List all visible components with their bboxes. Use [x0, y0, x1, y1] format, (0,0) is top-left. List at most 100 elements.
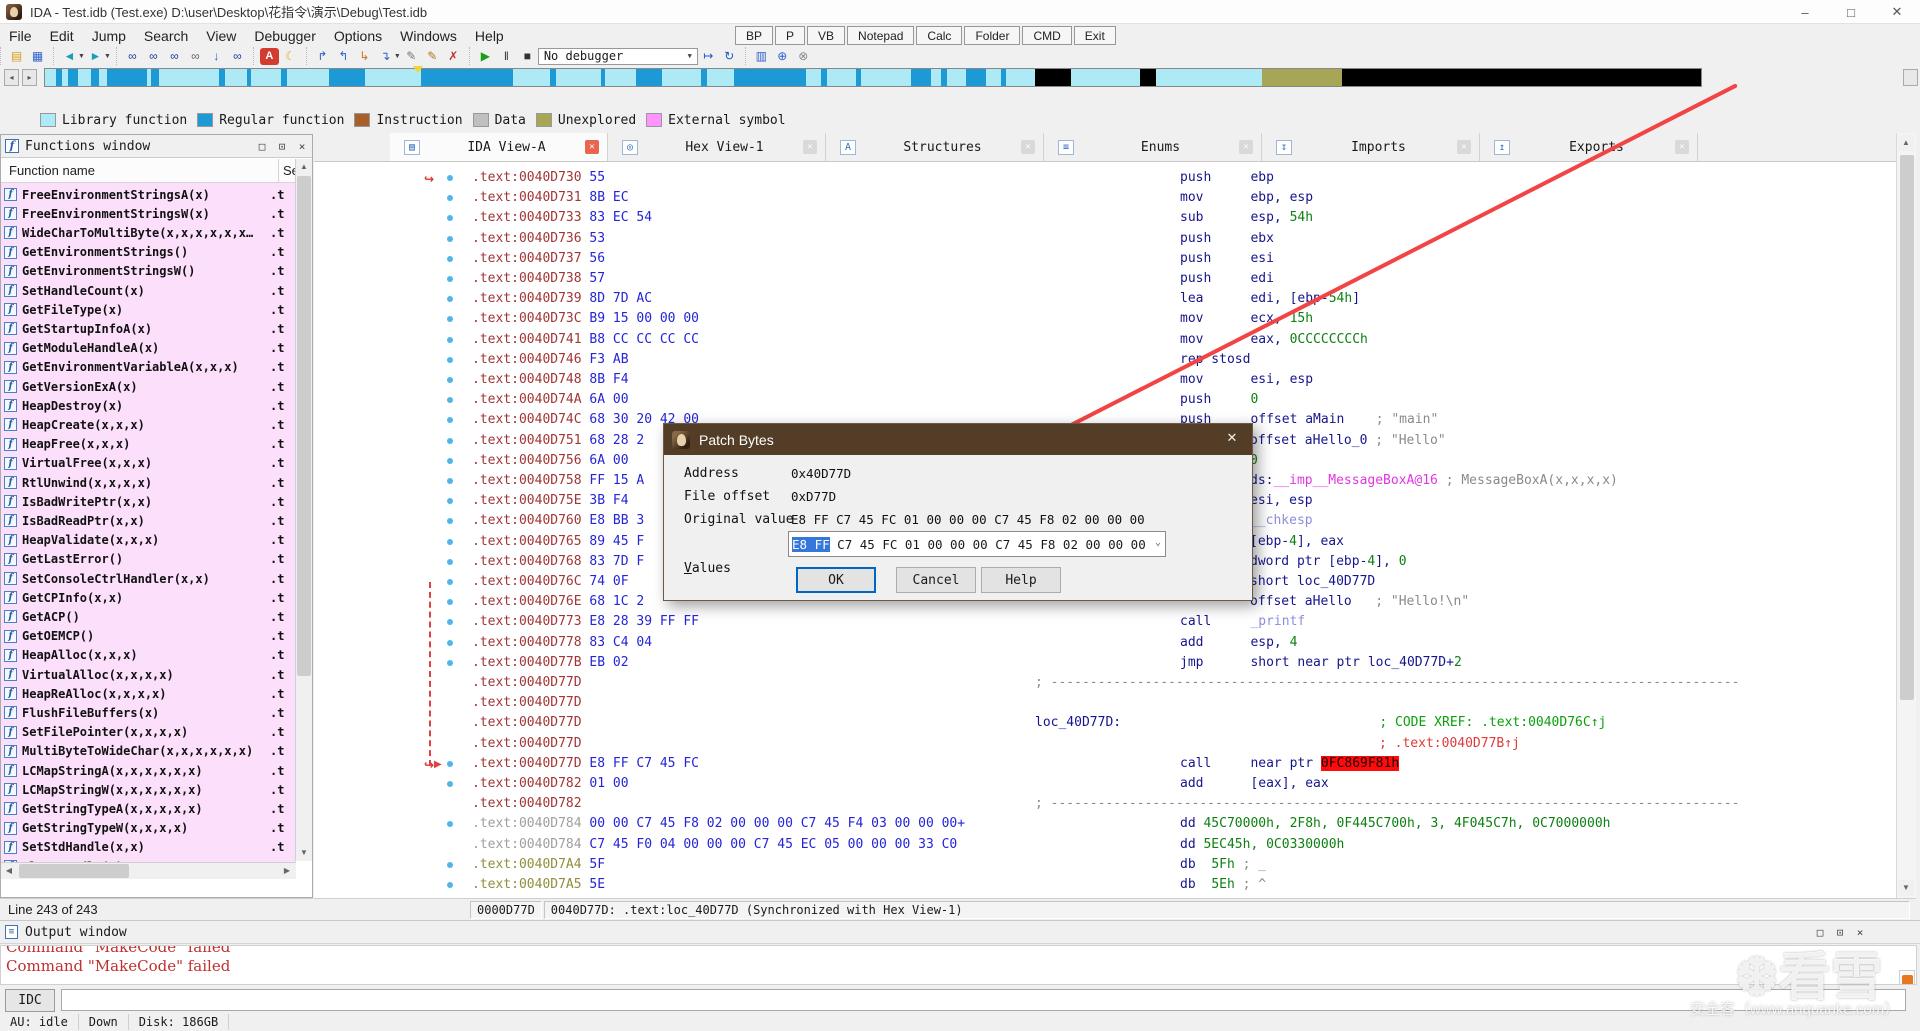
functions-horizontal-scrollbar[interactable]: ◀ ▶	[1, 862, 296, 879]
disasm-line[interactable]: ↪ .text:0040D730 55 push ebp	[314, 168, 1896, 188]
idc-button[interactable]: IDC	[5, 988, 55, 1012]
functions-window-close-button[interactable]: ×	[292, 140, 312, 153]
functions-window-maximize-button[interactable]: □	[252, 140, 272, 153]
function-row[interactable]: f HeapReAlloc(x,x,x,x) .t	[1, 684, 296, 703]
disasm-line[interactable]: .text:0040D748 8B F4 mov esi, esp	[314, 370, 1896, 390]
function-row[interactable]: f GetStringTypeW(x,x,x,x) .t	[1, 819, 296, 838]
jump-forward-icon[interactable]: ↱	[313, 48, 332, 65]
undefine-icon[interactable]: ✗	[444, 48, 463, 65]
tab-close-icon[interactable]: ✕	[1239, 140, 1253, 154]
tab-structures[interactable]: A Structures ✕	[826, 133, 1044, 161]
tab-close-icon[interactable]: ✕	[1457, 140, 1471, 154]
breakpoint-list-icon[interactable]: ▥	[752, 48, 771, 65]
function-row[interactable]: f HeapValidate(x,x,x) .t	[1, 531, 296, 550]
output-scrollbar-thumb[interactable]	[1902, 975, 1913, 984]
function-row[interactable]: f GetCPInfo(x,x) .t	[1, 588, 296, 607]
save-icon[interactable]: ▦	[28, 48, 47, 65]
debug-pause-icon[interactable]: ‖	[497, 48, 516, 65]
menu-options[interactable]: Options	[325, 28, 391, 44]
function-row[interactable]: f HeapAlloc(x,x,x) .t	[1, 646, 296, 665]
tab-close-icon[interactable]: ✕	[1675, 140, 1689, 154]
disasm-line[interactable]: .text:0040D782 01 00 add [eax], eax	[314, 774, 1896, 794]
menu-windows[interactable]: Windows	[391, 28, 466, 44]
output-window-float-button[interactable]: ⊡	[1830, 926, 1850, 939]
navband-left-button[interactable]: ◂	[4, 69, 19, 86]
chevron-down-icon[interactable]: ▼	[104, 53, 111, 60]
chevron-down-icon[interactable]: ▼	[78, 53, 85, 60]
help-button[interactable]: Help	[981, 567, 1061, 593]
disasm-line[interactable]: .text:0040D736 53 push ebx	[314, 229, 1896, 249]
function-row[interactable]: f GetEnvironmentStringsW() .t	[1, 262, 296, 281]
remove-breakpoint-icon[interactable]: ⊗	[794, 48, 813, 65]
tab-close-icon[interactable]: ✕	[1021, 140, 1035, 154]
jump-back-icon[interactable]: ↰	[334, 48, 353, 65]
output-scrollbar[interactable]	[1899, 970, 1915, 984]
function-row[interactable]: f GetEnvironmentVariableA(x,x,x) .t	[1, 358, 296, 377]
disasm-line[interactable]: .text:0040D7A5 5E db 5Eh ; ^	[314, 875, 1896, 895]
function-row[interactable]: f VirtualAlloc(x,x,x,x) .t	[1, 665, 296, 684]
dialog-close-icon[interactable]: ✕	[1222, 430, 1242, 446]
find-immediate-icon[interactable]: ∞	[186, 48, 205, 65]
functions-hscrollbar-thumb[interactable]	[19, 864, 129, 878]
output-window-titlebar[interactable]: ≡ Output window □ ⊡ ×	[0, 921, 1920, 944]
function-row[interactable]: f GetStartupInfoA(x) .t	[1, 319, 296, 338]
disasm-line[interactable]: .text:0040D746 F3 AB rep stosd	[314, 350, 1896, 370]
forward-icon[interactable]: ►	[86, 48, 105, 65]
disasm-line[interactable]: .text:0040D77B EB 02 jmp short near ptr l…	[314, 653, 1896, 673]
find-sequence-icon[interactable]: ∞	[228, 48, 247, 65]
function-row[interactable]: f SetHandleCount(x) .t	[1, 281, 296, 300]
function-row[interactable]: f FreeEnvironmentStringsW(x) .t	[1, 204, 296, 223]
edit-pencil-icon[interactable]: ✎	[423, 48, 442, 65]
quick-button-cmd[interactable]: CMD	[1022, 26, 1072, 45]
function-row[interactable]: f IsBadWritePtr(x,x) .t	[1, 492, 296, 511]
function-row[interactable]: f HeapFree(x,x,x) .t	[1, 435, 296, 454]
idc-command-input[interactable]	[61, 989, 1906, 1011]
chevron-down-icon[interactable]: ▼	[394, 53, 401, 60]
function-row[interactable]: f GetVersionExA(x) .t	[1, 377, 296, 396]
scroll-down-icon[interactable]: ▼	[1898, 880, 1914, 896]
maximize-button[interactable]: □	[1828, 0, 1874, 24]
back-icon[interactable]: ◄	[60, 48, 79, 65]
scroll-right-icon[interactable]: ▶	[279, 863, 295, 879]
chevron-down-icon[interactable]: ⌄	[1155, 537, 1161, 548]
function-row[interactable]: f WideCharToMultiByte(x,x,x,x,x,x… .t	[1, 223, 296, 242]
disasm-line[interactable]: .text:0040D738 57 push edi	[314, 269, 1896, 289]
minimize-button[interactable]: –	[1782, 0, 1828, 24]
run-until-return-icon[interactable]: ↻	[720, 48, 739, 65]
output-log[interactable]: Command "MakeCode" failed Command "MakeCo…	[0, 945, 1917, 985]
column-function-name[interactable]: Function name	[9, 163, 95, 178]
function-row[interactable]: f SetFilePointer(x,x,x,x) .t	[1, 723, 296, 742]
patch-pencil-icon[interactable]: ✎	[402, 48, 421, 65]
values-combobox[interactable]: E8 FF C7 45 FC 01 00 00 00 C7 45 F8 02 0…	[788, 531, 1166, 557]
find-next-icon[interactable]: ∞	[165, 48, 184, 65]
output-window-maximize-button[interactable]: □	[1810, 926, 1830, 939]
tab-close-icon[interactable]: ✕	[803, 140, 817, 154]
menu-file[interactable]: File	[0, 28, 41, 44]
debugger-select[interactable]: No debugger ▼	[537, 47, 698, 65]
quick-button-vb[interactable]: VB	[807, 26, 846, 45]
disasm-line[interactable]: .text:0040D77D loc_40D77D: ; CODE XREF: …	[314, 713, 1896, 733]
disasm-line[interactable]: .text:0040D77D ; -----------------------…	[314, 673, 1896, 693]
function-row[interactable]: f FreeEnvironmentStringsA(x) .t	[1, 185, 296, 204]
tab-close-icon[interactable]: ✕	[585, 140, 599, 154]
disasm-line[interactable]: .text:0040D77D	[314, 693, 1896, 713]
disasm-line[interactable]: .text:0040D741 B8 CC CC CC CCmov eax, 0C…	[314, 330, 1896, 350]
disasm-line[interactable]: .text:0040D7A4 5F db 5Fh ; _	[314, 855, 1896, 875]
quick-button-bp[interactable]: BP	[735, 26, 774, 45]
functions-vertical-scrollbar[interactable]: ▲ ▼	[295, 159, 312, 861]
scroll-down-icon[interactable]: ▼	[296, 845, 312, 861]
function-row[interactable]: f LCMapStringA(x,x,x,x,x,x) .t	[1, 761, 296, 780]
tab-ida-view-a[interactable]: ▤ IDA View-A ✕	[390, 133, 608, 161]
disassembly-scrollbar[interactable]: ▲ ▼	[1896, 133, 1916, 898]
disasm-line[interactable]: ↪ .text:0040D77D E8 FF C7 45 FC call near …	[314, 754, 1896, 774]
scroll-up-icon[interactable]: ▲	[296, 159, 312, 175]
menu-help[interactable]: Help	[466, 28, 513, 44]
chevron-down-icon[interactable]: ▼	[688, 52, 692, 60]
function-row[interactable]: f GetOEMCP() .t	[1, 627, 296, 646]
quick-button-exit[interactable]: Exit	[1073, 26, 1116, 45]
functions-window-float-button[interactable]: ⊡	[272, 140, 292, 153]
disasm-line[interactable]: .text:0040D73C B9 15 00 00 00 mov ecx, 15…	[314, 309, 1896, 329]
tab-imports[interactable]: ↧ Imports ✕	[1262, 133, 1480, 161]
function-row[interactable]: f SetStdHandle(x,x) .t	[1, 838, 296, 857]
scroll-up-icon[interactable]: ▲	[1898, 135, 1914, 151]
